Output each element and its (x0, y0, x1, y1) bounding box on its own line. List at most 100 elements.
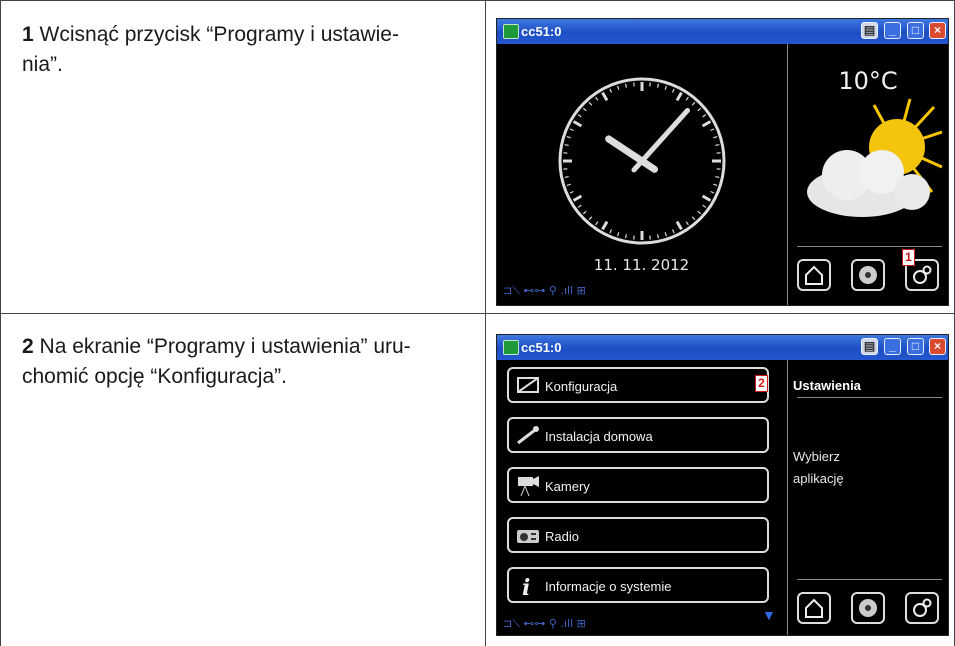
clock-tick (588, 216, 593, 221)
clock-tick (566, 136, 571, 139)
clock-tick (566, 183, 571, 186)
clock-tick (715, 176, 720, 179)
clock-tick (713, 183, 718, 186)
clock-tick (697, 107, 702, 112)
clock-tick (572, 120, 583, 128)
clock-tick (624, 234, 627, 239)
nav-separator (797, 579, 942, 580)
clock-tick (657, 234, 660, 239)
clock-tick (564, 143, 569, 146)
home-button[interactable] (797, 259, 831, 291)
menu-item-konfiguracja[interactable]: Konfiguracja (507, 367, 769, 403)
clock-tick (564, 176, 569, 179)
close-button[interactable]: × (929, 22, 946, 39)
window-title: cc51:0 (521, 24, 562, 39)
minimize-button[interactable]: _ (884, 338, 901, 355)
step-number: 1 (22, 23, 34, 46)
clock-tick (569, 128, 574, 132)
clock-tick (582, 210, 587, 215)
menu-item-informacje-o-systemie[interactable]: i Informacje o systemie (507, 567, 769, 603)
clock-tick (577, 204, 582, 208)
clock-tick (675, 220, 683, 231)
menu-item-instalacja-domowa[interactable]: Instalacja domowa (507, 417, 769, 453)
menu-item-kamery[interactable]: Kamery (507, 467, 769, 503)
info-icon: i (522, 575, 530, 598)
app-icon (503, 340, 519, 355)
step-1-instruction: 1 Wcisnąć przycisk “Programy i ustawie- … (22, 20, 472, 80)
clock-tick (713, 136, 718, 139)
table-top-border (0, 0, 955, 1)
svg-text:i: i (522, 575, 530, 598)
menu-item-label: Kamery (545, 479, 590, 494)
close-button[interactable]: × (929, 338, 946, 355)
settings-screen-window: cc51:0 ▤ _ □ × Konfiguracja Instalacja d… (496, 334, 949, 636)
step-number: 2 (22, 335, 34, 358)
clock-tick (691, 216, 696, 221)
maximize-button[interactable]: □ (907, 22, 924, 39)
clock-tick (685, 96, 689, 101)
clock-tick (685, 221, 689, 226)
minute-hand (631, 107, 691, 173)
step-text: Wcisnąć przycisk “Programy i ustawie- ni… (22, 23, 399, 76)
clock-tick (595, 96, 599, 101)
window-title: cc51:0 (521, 340, 562, 355)
side-panel-title: Ustawienia (793, 378, 861, 393)
clock-tick (601, 91, 609, 102)
date-label: 11. 11. 2012 (593, 256, 690, 274)
window-titlebar: cc51:0 ▤ _ □ × (497, 335, 948, 360)
step-marker: 1 (902, 249, 915, 266)
app-icon (503, 24, 519, 39)
radio-button[interactable] (851, 592, 885, 624)
clock-tick (664, 85, 667, 90)
nav-separator (797, 246, 942, 247)
clock-pane: 11. 11. 2012 ⊐⟍ ⊷⊶ ⚲ .ıll ⊞ (497, 44, 786, 305)
menu-item-label: Konfiguracja (545, 379, 618, 394)
radio-icon (517, 530, 539, 543)
clock-tick (577, 114, 582, 118)
config-icon (517, 377, 539, 393)
clock-tick (617, 85, 620, 90)
menu-item-label: Radio (545, 529, 579, 544)
clock-tick (609, 229, 613, 234)
clock-tick (715, 143, 720, 146)
clock-screen-window: cc51:0 ▤ _ □ × 11. 11. 2012 ⊐⟍ ⊷⊶ ⚲ .ıll… (496, 18, 949, 306)
minimize-button[interactable]: _ (884, 22, 901, 39)
step-2-instruction: 2 Na ekranie “Programy i ustawienia” uru… (22, 332, 472, 392)
print-icon[interactable]: ▤ (861, 338, 878, 355)
clock-tick (710, 128, 715, 132)
gear-icon (913, 265, 932, 284)
radio-button[interactable] (851, 259, 885, 291)
step-marker: 2 (755, 375, 768, 392)
table-column-divider (485, 0, 486, 646)
side-panel-text-line: Wybierz (793, 449, 840, 464)
side-title-rule (797, 397, 942, 398)
scroll-down-icon[interactable]: ▼ (762, 607, 776, 623)
step-text: Na ekranie “Programy i ustawienia” uru- … (22, 335, 411, 388)
home-button[interactable] (797, 592, 831, 624)
print-icon[interactable]: ▤ (861, 22, 878, 39)
radio-fan-icon (859, 266, 877, 284)
clock-tick (664, 232, 667, 237)
pane-divider (787, 360, 788, 635)
analog-clock (558, 77, 726, 245)
menu-item-radio[interactable]: Radio (507, 517, 769, 553)
temperature: 10°C (838, 67, 898, 95)
home-icon (805, 598, 823, 618)
status-icons: ⊐⟍ ⊷⊶ ⚲ .ıll ⊞ (503, 284, 586, 297)
clock-tick (675, 91, 683, 102)
clock-tick (624, 83, 627, 88)
clock-tick (601, 220, 609, 231)
status-icons: ⊐⟍ ⊷⊶ ⚲ .ıll ⊞ (503, 617, 586, 630)
clock-tick (710, 190, 715, 194)
wrench-icon (517, 426, 539, 445)
clock-tick (582, 107, 587, 112)
maximize-button[interactable]: □ (907, 338, 924, 355)
settings-button[interactable] (905, 592, 939, 624)
clock-tick (572, 194, 583, 202)
radio-fan-icon (859, 599, 877, 617)
window-titlebar: cc51:0 ▤ _ □ × (497, 19, 948, 44)
table-left-border (0, 0, 1, 646)
gear-icon (913, 598, 932, 617)
clock-tick (609, 88, 613, 93)
menu-item-label: Instalacja domowa (545, 429, 653, 444)
